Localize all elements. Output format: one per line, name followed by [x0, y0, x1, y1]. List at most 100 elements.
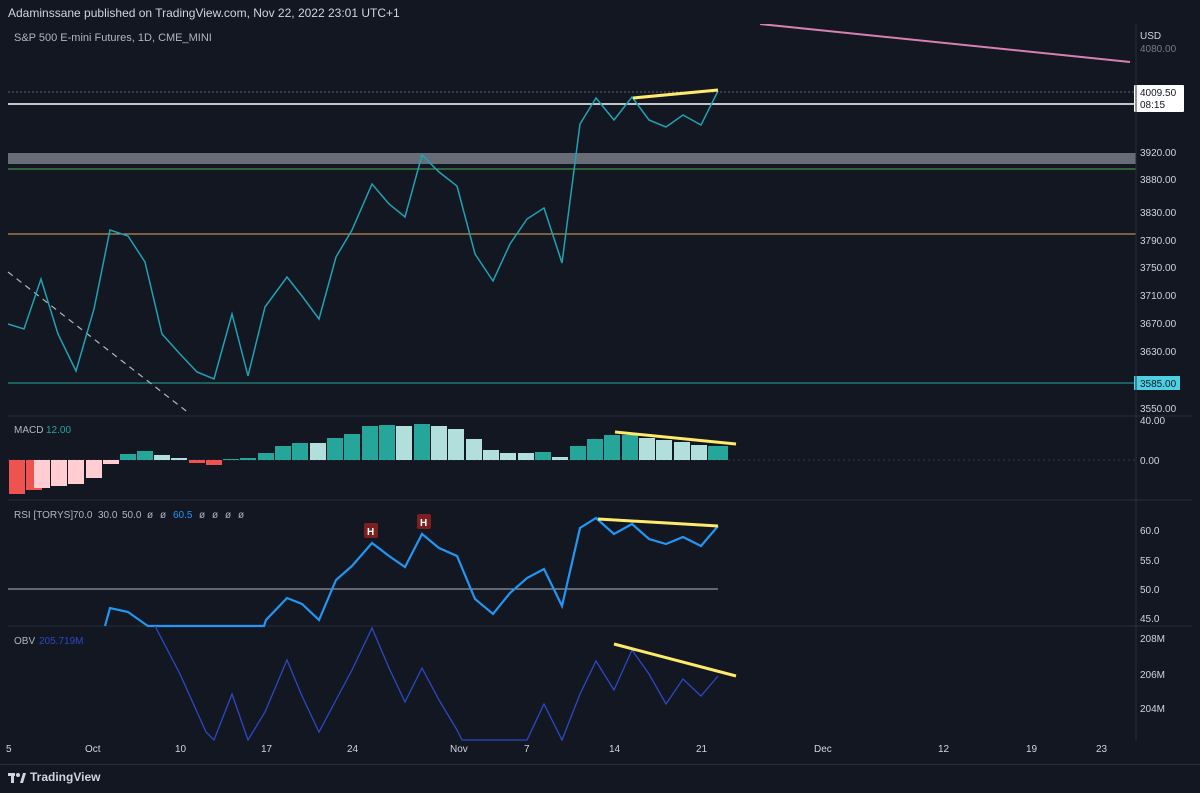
macd-axis-0: 0.00 — [1140, 456, 1160, 467]
rsi-value: 60.5 — [173, 510, 193, 521]
macd-pane[interactable]: MACD 12.00 40.00 0.00 — [8, 416, 1165, 494]
macd-bar — [34, 460, 50, 488]
macd-bar — [258, 453, 274, 460]
macd-label: MACD — [14, 425, 43, 436]
macd-bar — [292, 443, 308, 460]
price-tick-3750: 3750.00 — [1140, 263, 1177, 274]
macd-bar — [379, 425, 395, 460]
macd-bar — [674, 442, 690, 460]
obv-axis-208m: 208M — [1140, 634, 1165, 645]
price-tick-4080: 4080.00 — [1140, 44, 1177, 55]
macd-bar — [120, 454, 136, 460]
macd-bar — [9, 460, 25, 494]
price-tick-3550: 3550.00 — [1140, 404, 1177, 415]
macd-bar — [483, 450, 499, 460]
rsi-line[interactable] — [103, 516, 719, 628]
resistance-zone[interactable] — [8, 153, 1136, 164]
macd-bar — [223, 459, 239, 460]
macd-bar — [189, 460, 205, 463]
rsi-marker-h-1: H — [367, 527, 374, 538]
obv-divergence-line[interactable] — [613, 642, 737, 678]
main-pane[interactable] — [8, 24, 1136, 416]
price-tick-3790: 3790.00 — [1140, 236, 1177, 247]
countdown-value: 08:15 — [1140, 100, 1165, 111]
price-tick-3920: 3920.00 — [1140, 148, 1177, 159]
time-tick: Oct — [85, 744, 101, 755]
obv-line[interactable] — [154, 625, 719, 742]
time-tick: 10 — [175, 744, 187, 755]
time-tick: 19 — [1026, 744, 1038, 755]
macd-bar — [414, 424, 430, 460]
time-axis[interactable]: 5 Oct 10 17 24 Nov 7 14 21 Dec 12 19 23 — [6, 744, 1108, 755]
time-tick: 12 — [938, 744, 950, 755]
macd-axis-40: 40.00 — [1140, 416, 1165, 427]
macd-bar — [518, 453, 534, 460]
macd-bar — [86, 460, 102, 478]
rsi-label: RSI [TORYS] — [14, 510, 73, 521]
macd-bar — [431, 426, 447, 460]
rsi-param-8: ø — [225, 510, 231, 521]
time-tick: Nov — [450, 744, 468, 755]
time-tick: 17 — [261, 744, 273, 755]
price-tick-3880: 3880.00 — [1140, 175, 1177, 186]
macd-bar — [396, 426, 412, 460]
time-tick: 21 — [696, 744, 708, 755]
macd-bar — [68, 460, 84, 484]
macd-bar — [604, 435, 620, 460]
macd-bar — [448, 429, 464, 460]
macd-bar — [639, 438, 655, 460]
tradingview-logo-icon[interactable] — [8, 771, 26, 785]
macd-bar — [344, 434, 360, 460]
macd-bar — [154, 455, 170, 460]
macd-bar — [51, 460, 67, 486]
rsi-high-marker[interactable]: H — [364, 523, 378, 538]
rsi-param-5: ø — [160, 510, 166, 521]
rsi-axis-55: 55.0 — [1140, 556, 1160, 567]
price-tick-3710: 3710.00 — [1140, 291, 1177, 302]
time-tick: 5 — [6, 744, 12, 755]
rsi-axis-60: 60.0 — [1140, 526, 1160, 537]
currency-label: USD — [1140, 31, 1161, 42]
macd-bar — [310, 443, 326, 460]
time-tick: 23 — [1096, 744, 1108, 755]
rsi-pane[interactable]: H H RSI [TORYS] 70.0 30.0 50.0 ø ø 60.5 … — [8, 510, 1160, 628]
chart-area[interactable]: S&P 500 E-mini Futures, 1D, CME_MINI USD… — [0, 23, 1200, 764]
price-tick-3670: 3670.00 — [1140, 319, 1177, 330]
rsi-param-6: ø — [199, 510, 205, 521]
rsi-param-4: ø — [147, 510, 153, 521]
obv-axis-204m: 204M — [1140, 704, 1165, 715]
rsi-param-1: 70.0 — [73, 510, 93, 521]
macd-bar — [327, 438, 343, 460]
footer-brand[interactable]: TradingView — [30, 770, 100, 784]
obv-axis-206m: 206M — [1140, 670, 1165, 681]
macd-bar — [466, 439, 482, 460]
time-tick: Dec — [814, 744, 832, 755]
obv-pane[interactable]: OBV 205.719M 208M 206M 204M — [14, 625, 1165, 742]
macd-bar — [535, 452, 551, 460]
rsi-marker-h-2: H — [420, 518, 427, 529]
time-tick: 7 — [524, 744, 530, 755]
chart-svg[interactable]: S&P 500 E-mini Futures, 1D, CME_MINI USD… — [0, 23, 1200, 764]
macd-bar — [656, 440, 672, 460]
symbol-title: S&P 500 E-mini Futures, 1D, CME_MINI — [14, 32, 212, 44]
last-price-value: 4009.50 — [1140, 88, 1177, 99]
support-value: 3585.00 — [1140, 379, 1177, 390]
rsi-high-marker[interactable]: H — [417, 514, 431, 529]
publisher-text: Adaminssane published on TradingView.com… — [8, 6, 400, 20]
price-tick-3830: 3830.00 — [1140, 208, 1177, 219]
macd-bar — [552, 457, 568, 460]
macd-histogram — [9, 424, 728, 494]
macd-bar — [206, 460, 222, 465]
rsi-divergence-line[interactable] — [597, 517, 719, 528]
macd-bar — [103, 460, 119, 464]
macd-bar — [708, 446, 728, 460]
macd-bar — [691, 445, 707, 460]
macd-bar — [137, 451, 153, 460]
macd-bar — [500, 453, 516, 460]
rsi-axis-45: 45.0 — [1140, 614, 1160, 625]
price-tick-3630: 3630.00 — [1140, 347, 1177, 358]
footer: TradingView — [0, 764, 1200, 793]
macd-bar — [570, 446, 586, 460]
rsi-param-9: ø — [238, 510, 244, 521]
macd-bar — [622, 435, 638, 460]
